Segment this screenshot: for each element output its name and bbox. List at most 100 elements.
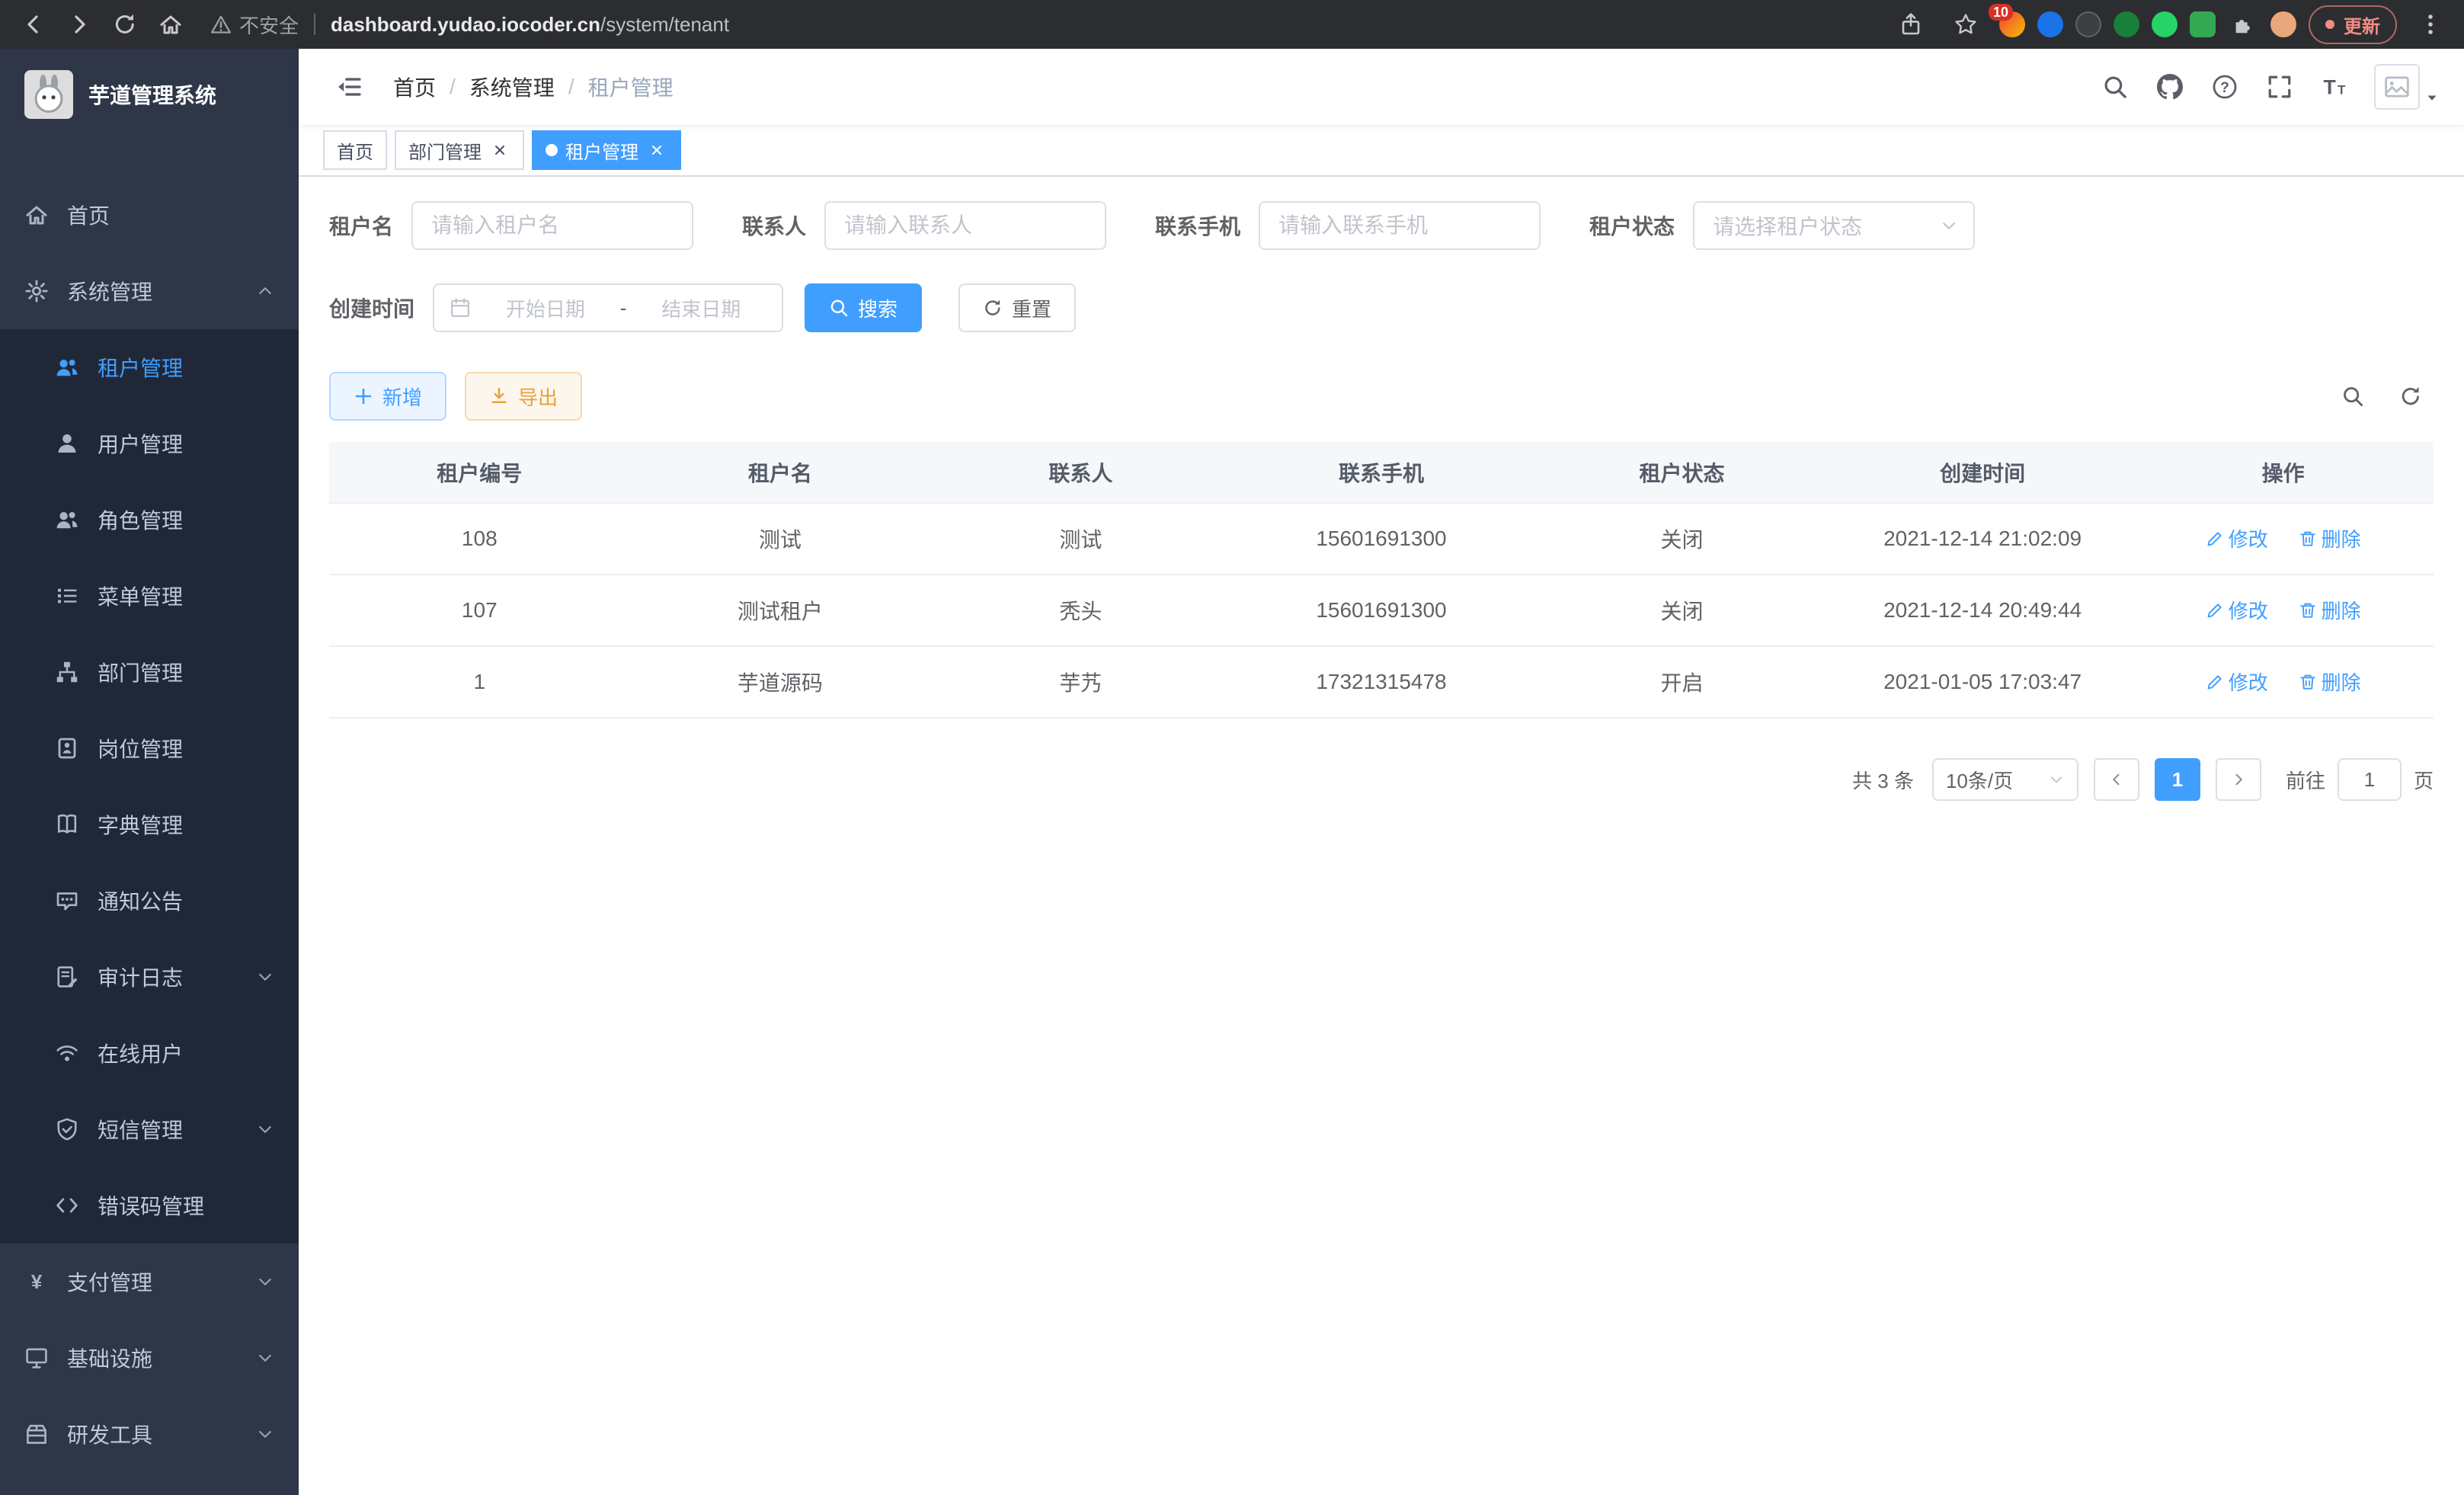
tab-dept[interactable]: 部门管理 <box>395 130 524 170</box>
delete-link[interactable]: 删除 <box>2299 524 2361 552</box>
sidebar: 芋道管理系统 首页 系统管理 租户管理 用户管理 角色管理 <box>0 49 299 1495</box>
chevron-up-icon <box>256 282 274 300</box>
sidebar-item-label: 用户管理 <box>98 428 183 459</box>
goto-page-input[interactable] <box>2338 758 2402 801</box>
sidebar-item-menu[interactable]: 菜单管理 <box>0 558 299 634</box>
sidebar-item-error-code[interactable]: 错误码管理 <box>0 1167 299 1244</box>
page-number-1[interactable]: 1 <box>2155 758 2200 801</box>
top-navbar: 首页 / 系统管理 / 租户管理 <box>299 49 2464 125</box>
extension-icon-5[interactable] <box>2152 11 2178 37</box>
browser-reload-button[interactable] <box>104 3 146 46</box>
extensions-puzzle-icon[interactable] <box>2228 3 2258 46</box>
address-bar[interactable]: 不安全 dashboard.yudao.iocoder.cn/system/te… <box>210 11 1871 39</box>
fullscreen-button[interactable] <box>2264 72 2295 102</box>
close-icon[interactable] <box>489 139 510 161</box>
table-row: 1 芋道源码 芋艿 17321315478 开启 2021-01-05 17:0… <box>329 646 2434 718</box>
sidebar-item-home[interactable]: 首页 <box>0 177 299 253</box>
sidebar-item-dict[interactable]: 字典管理 <box>0 786 299 863</box>
pagination: 共 3 条 10条/页 1 前往 页 <box>329 758 2434 801</box>
prev-page-button[interactable] <box>2094 758 2139 801</box>
sidebar-item-audit-log[interactable]: 审计日志 <box>0 939 299 1015</box>
browser-back-button[interactable] <box>12 3 55 46</box>
date-start-placeholder: 开始日期 <box>480 294 611 322</box>
profile-avatar[interactable] <box>2270 11 2296 37</box>
extension-icon-3[interactable] <box>2075 11 2101 37</box>
browser-home-button[interactable] <box>149 3 192 46</box>
sidebar-item-system[interactable]: 系统管理 <box>0 253 299 329</box>
close-icon[interactable] <box>646 139 667 161</box>
reset-button[interactable]: 重置 <box>958 283 1076 332</box>
chevron-down-icon <box>1940 216 1958 235</box>
sidebar-item-dev-tools[interactable]: 研发工具 <box>0 1396 299 1472</box>
sidebar-item-online-user[interactable]: 在线用户 <box>0 1015 299 1091</box>
sidebar-item-payment[interactable]: 支付管理 <box>0 1244 299 1320</box>
cell-created: 2021-01-05 17:03:47 <box>1832 646 2133 718</box>
tenant-name-input[interactable] <box>431 213 674 238</box>
extension-icon-6[interactable] <box>2190 11 2216 37</box>
bookmark-star-button[interactable] <box>1944 3 1987 46</box>
browser-chrome: 不安全 dashboard.yudao.iocoder.cn/system/te… <box>0 0 2464 49</box>
filter-row-1: 租户名 联系人 联系手机 <box>329 201 2434 250</box>
sidebar-toggle-button[interactable] <box>323 61 375 113</box>
edit-link[interactable]: 修改 <box>2206 596 2268 624</box>
edit-link[interactable]: 修改 <box>2206 524 2268 552</box>
cell-phone: 15601691300 <box>1231 575 1532 646</box>
browser-forward-button[interactable] <box>58 3 101 46</box>
status-select[interactable]: 请选择租户状态 <box>1693 201 1975 250</box>
sidebar-item-label: 租户管理 <box>98 352 183 383</box>
create-time-label: 创建时间 <box>329 293 414 323</box>
contact-input[interactable] <box>844 213 1086 238</box>
search-icon <box>2102 74 2128 100</box>
search-button[interactable]: 搜索 <box>805 283 922 332</box>
sidebar-item-dept[interactable]: 部门管理 <box>0 634 299 710</box>
page-size-select[interactable]: 10条/页 <box>1932 758 2078 801</box>
export-button-label: 导出 <box>518 383 558 411</box>
sidebar-item-label: 首页 <box>67 200 110 230</box>
breadcrumb-system[interactable]: 系统管理 <box>469 72 555 102</box>
next-page-button[interactable] <box>2216 758 2261 801</box>
header-search-button[interactable] <box>2100 72 2130 102</box>
add-button[interactable]: 新增 <box>329 372 446 421</box>
edit-link[interactable]: 修改 <box>2206 667 2268 696</box>
refresh-table-button[interactable] <box>2397 383 2424 410</box>
browser-update-button[interactable]: 更新 <box>2309 5 2397 44</box>
tab-home[interactable]: 首页 <box>323 130 387 170</box>
sidebar-item-infra[interactable]: 基础设施 <box>0 1320 299 1396</box>
sidebar-item-post[interactable]: 岗位管理 <box>0 710 299 786</box>
sidebar-item-role[interactable]: 角色管理 <box>0 482 299 558</box>
export-button[interactable]: 导出 <box>465 372 582 421</box>
col-created: 创建时间 <box>1832 442 2133 503</box>
add-button-label: 新增 <box>382 383 422 411</box>
help-button[interactable] <box>2210 72 2240 102</box>
create-time-range-picker[interactable]: 开始日期 - 结束日期 <box>433 283 783 332</box>
extension-icon-1[interactable]: 10 <box>1999 11 2025 37</box>
sidebar-item-notice[interactable]: 通知公告 <box>0 863 299 939</box>
sidebar-item-sms[interactable]: 短信管理 <box>0 1091 299 1167</box>
font-size-button[interactable] <box>2319 72 2350 102</box>
browser-menu-kebab-icon[interactable] <box>2409 3 2452 46</box>
github-link[interactable] <box>2155 72 2185 102</box>
tab-tenant[interactable]: 租户管理 <box>532 130 681 170</box>
cell-tenant-id: 1 <box>329 646 630 718</box>
cell-tenant-name: 芋道源码 <box>630 646 931 718</box>
app-logo-row[interactable]: 芋道管理系统 <box>0 49 299 140</box>
breadcrumb-home[interactable]: 首页 <box>393 72 436 102</box>
phone-input[interactable] <box>1278 213 1521 238</box>
status-select-placeholder: 请选择租户状态 <box>1713 210 1940 241</box>
share-button[interactable] <box>1890 3 1932 46</box>
sidebar-item-label: 字典管理 <box>98 809 183 840</box>
search-icon <box>829 298 849 318</box>
extension-icon-4[interactable] <box>2114 11 2139 37</box>
dict-book-icon <box>55 812 79 837</box>
yen-icon <box>24 1269 49 1294</box>
delete-link[interactable]: 删除 <box>2299 667 2361 696</box>
breadcrumb: 首页 / 系统管理 / 租户管理 <box>393 72 674 102</box>
cell-contact: 芋艿 <box>930 646 1231 718</box>
toggle-search-button[interactable] <box>2339 383 2366 410</box>
user-menu[interactable] <box>2374 64 2440 110</box>
delete-link[interactable]: 删除 <box>2299 596 2361 624</box>
extension-icon-2[interactable] <box>2037 11 2063 37</box>
cell-created: 2021-12-14 20:49:44 <box>1832 575 2133 646</box>
sidebar-item-tenant[interactable]: 租户管理 <box>0 329 299 405</box>
sidebar-item-user[interactable]: 用户管理 <box>0 405 299 482</box>
